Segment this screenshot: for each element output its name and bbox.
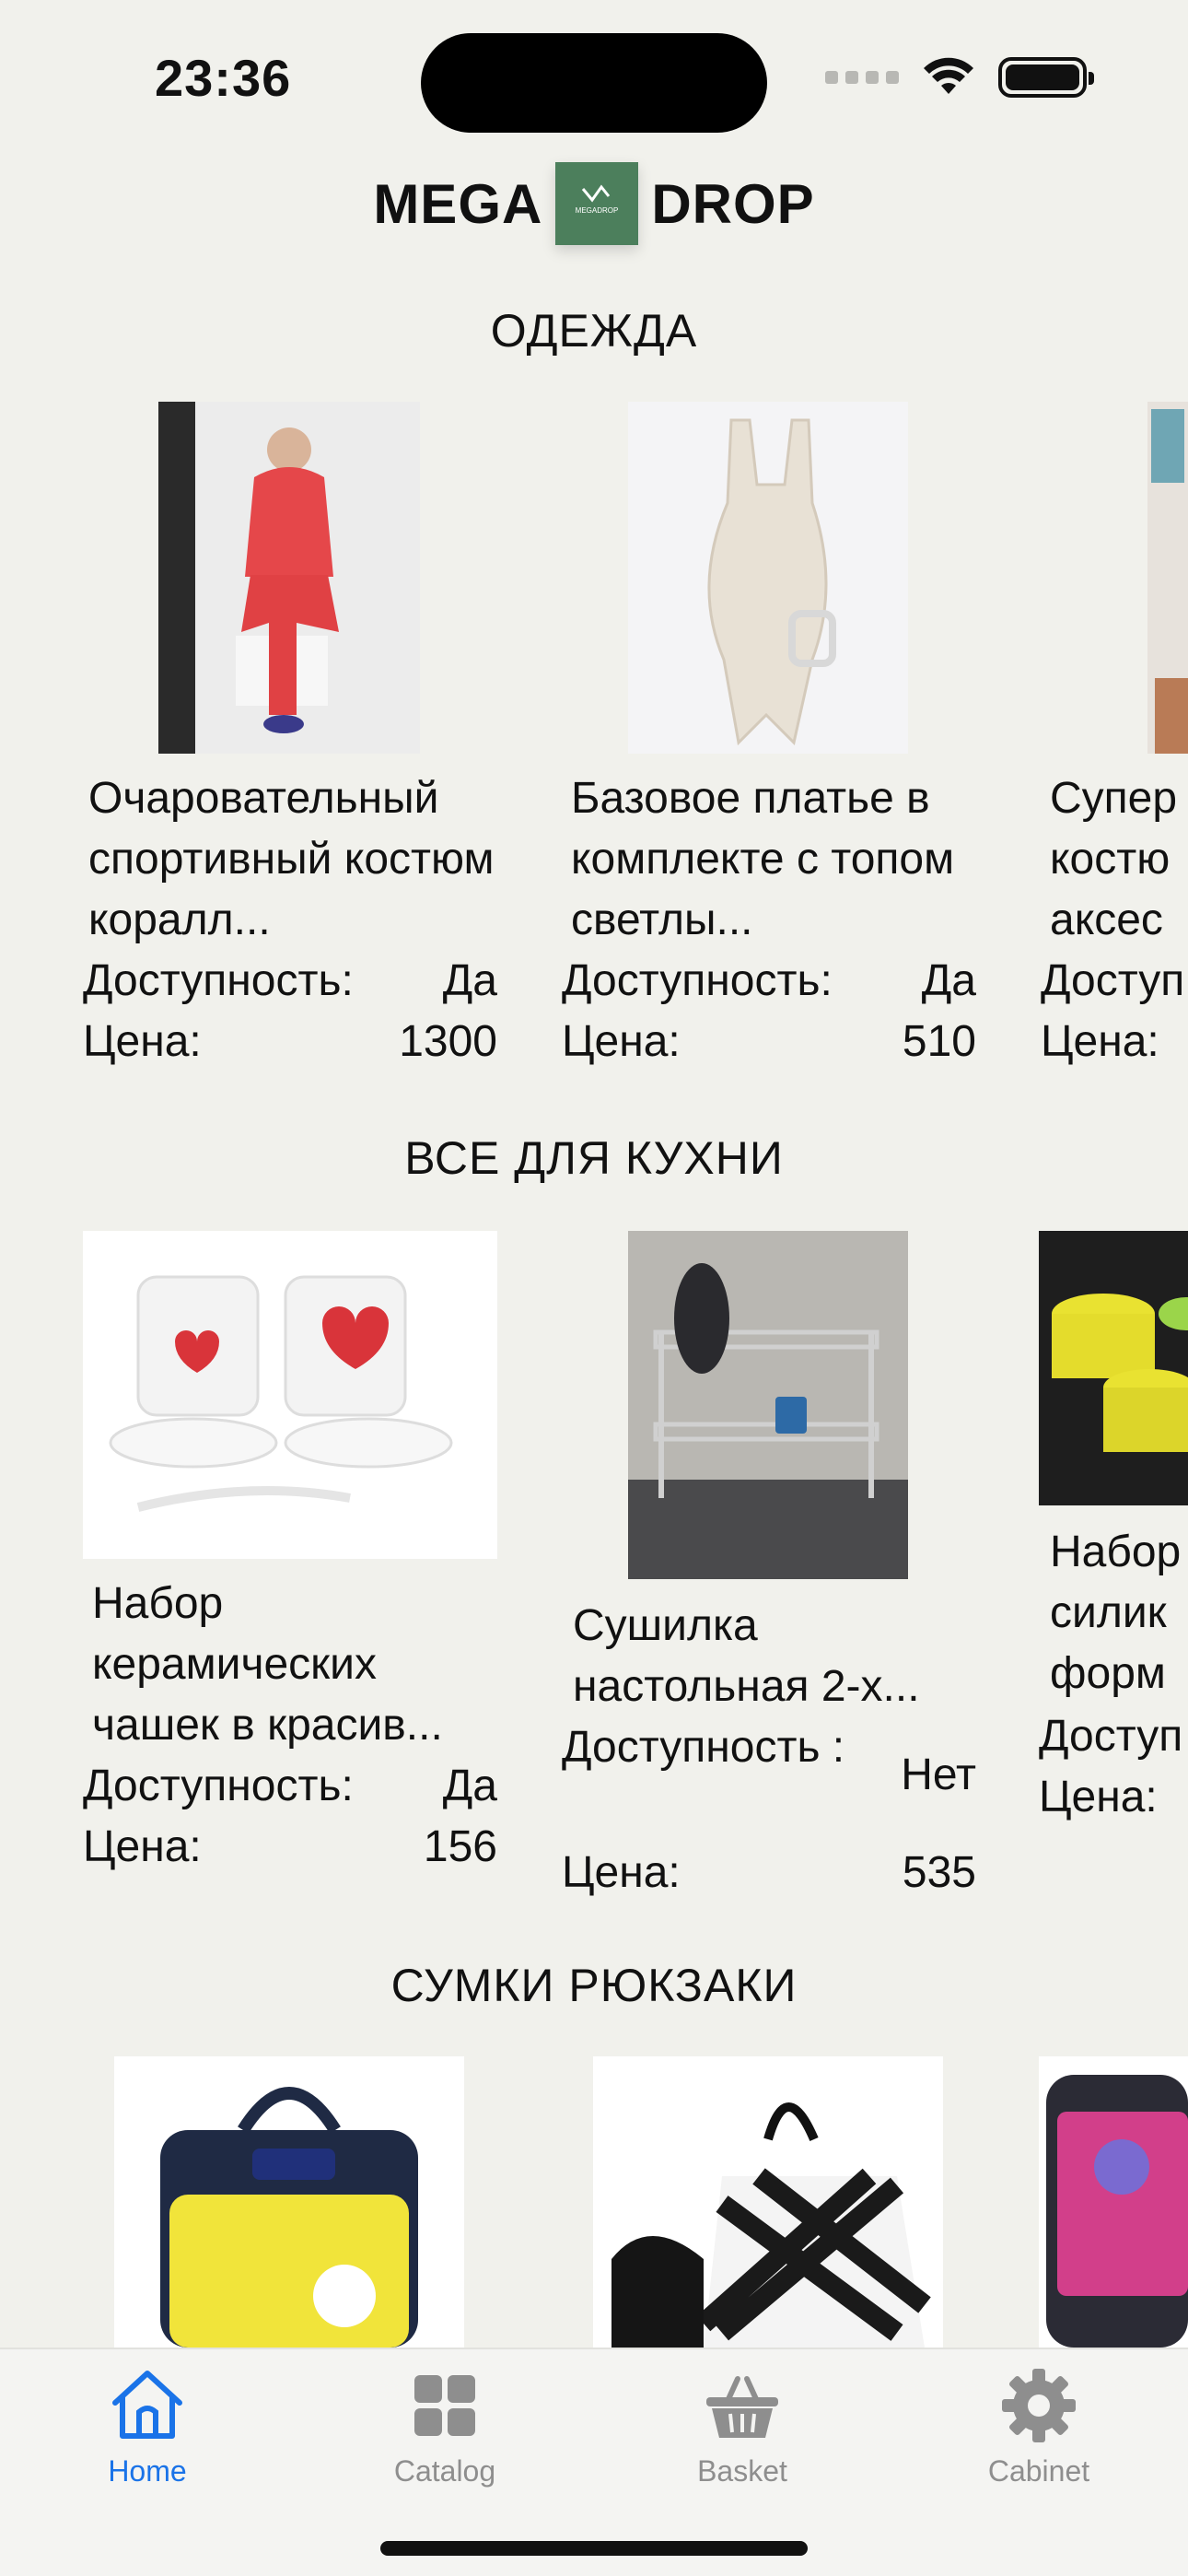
availability-row: Доступность: Да [83,1756,497,1817]
price-value: 1300 [399,1017,497,1066]
availability-value: Да [442,1762,497,1810]
price-row: Цена: [1041,1012,1188,1072]
product-image[interactable] [628,1231,908,1579]
price-label: Цена: [562,1848,681,1897]
product-name[interactable]: Супер костю аксес [1050,768,1188,951]
tab-label: Home [108,2454,187,2488]
price-label: Цена: [562,1017,681,1066]
product-image[interactable] [1039,1231,1188,1505]
product-image[interactable] [593,2056,943,2348]
availability-row: Доступ [1039,1706,1188,1767]
section-title-kitchen: ВСЕ ДЛЯ КУХНИ [404,1132,784,1184]
product-image[interactable] [628,402,908,754]
price-value: 156 [423,1822,497,1871]
grid-icon [414,2375,475,2436]
availability-value: Да [921,956,976,1005]
tab-home[interactable]: Home [55,2366,239,2488]
tab-label: Cabinet [987,2454,1090,2488]
availability-label: Доступ [1041,956,1185,1005]
product-name[interactable]: Базовое платье в комплекте с топом светл… [571,768,985,951]
status-bar: 23:36 [0,0,1188,157]
product-name[interactable]: Сушилка настольная 2-х... [573,1596,987,1717]
section-title-bags: СУМКИ РЮКЗАКИ [390,1960,798,2011]
availability-row: Доступность: Да [83,951,497,1012]
price-row: Цена: 156 [83,1817,497,1878]
app-logo: MEGA MEGADROP DROP [0,162,1188,245]
availability-label: Доступность: [562,956,833,1005]
product-image[interactable] [1147,402,1188,754]
price-value: 535 [902,1848,976,1897]
product-image[interactable] [114,2056,464,2348]
availability-value: Нет [901,1751,976,1799]
availability-label: Доступность: [83,956,354,1005]
cellular-signal-icon [825,71,899,84]
availability-value: Да [442,956,497,1005]
price-row: Цена: 1300 [83,1012,497,1072]
price-row: Цена: 510 [562,1012,976,1072]
product-image[interactable] [1039,2056,1188,2348]
tab-catalog[interactable]: Catalog [353,2366,537,2488]
status-time: 23:36 [155,49,292,107]
dynamic-island [421,33,767,133]
home-indicator [380,2541,808,2556]
availability-row: Доступ [1041,951,1188,1012]
price-label: Цена: [1039,1773,1158,1821]
tab-label: Basket [697,2454,787,2488]
availability-row: Доступность: Да [562,951,976,1012]
logo-mark-text: MEGADROP [576,206,619,215]
tab-basket[interactable]: Basket [650,2366,834,2488]
logo-text-right: DROP [651,172,815,235]
product-name[interactable]: Набор силик форм [1050,1522,1188,1704]
wifi-icon [924,57,973,94]
logo-text-left: MEGA [373,172,543,235]
availability-row: Доступность : Нет [562,1717,976,1806]
gear-icon [1002,2369,1076,2442]
tab-label: Catalog [393,2454,496,2488]
product-name[interactable]: Набор керамических чашек в красив... [92,1574,507,1756]
section-title-clothing: ОДЕЖДА [490,305,698,357]
availability-label: Доступ [1039,1712,1183,1761]
price-value: 510 [902,1017,976,1066]
battery-icon [998,57,1094,98]
price-row: Цена: 535 [562,1843,976,1903]
tab-cabinet[interactable]: Cabinet [947,2366,1131,2488]
price-label: Цена: [83,1017,202,1066]
home-icon [112,2371,182,2439]
product-image[interactable] [83,1231,497,1559]
logo-mark-icon: MEGADROP [555,162,639,245]
status-icons [825,57,1094,98]
product-image[interactable] [158,402,420,754]
price-label: Цена: [1041,1017,1159,1066]
availability-label: Доступность : [562,1723,845,1772]
price-row: Цена: [1039,1767,1188,1828]
price-label: Цена: [83,1822,202,1871]
product-name[interactable]: Очаровательный спортивный костюм коралл.… [88,768,503,951]
availability-label: Доступность: [83,1762,354,1810]
basket-icon [706,2376,778,2438]
